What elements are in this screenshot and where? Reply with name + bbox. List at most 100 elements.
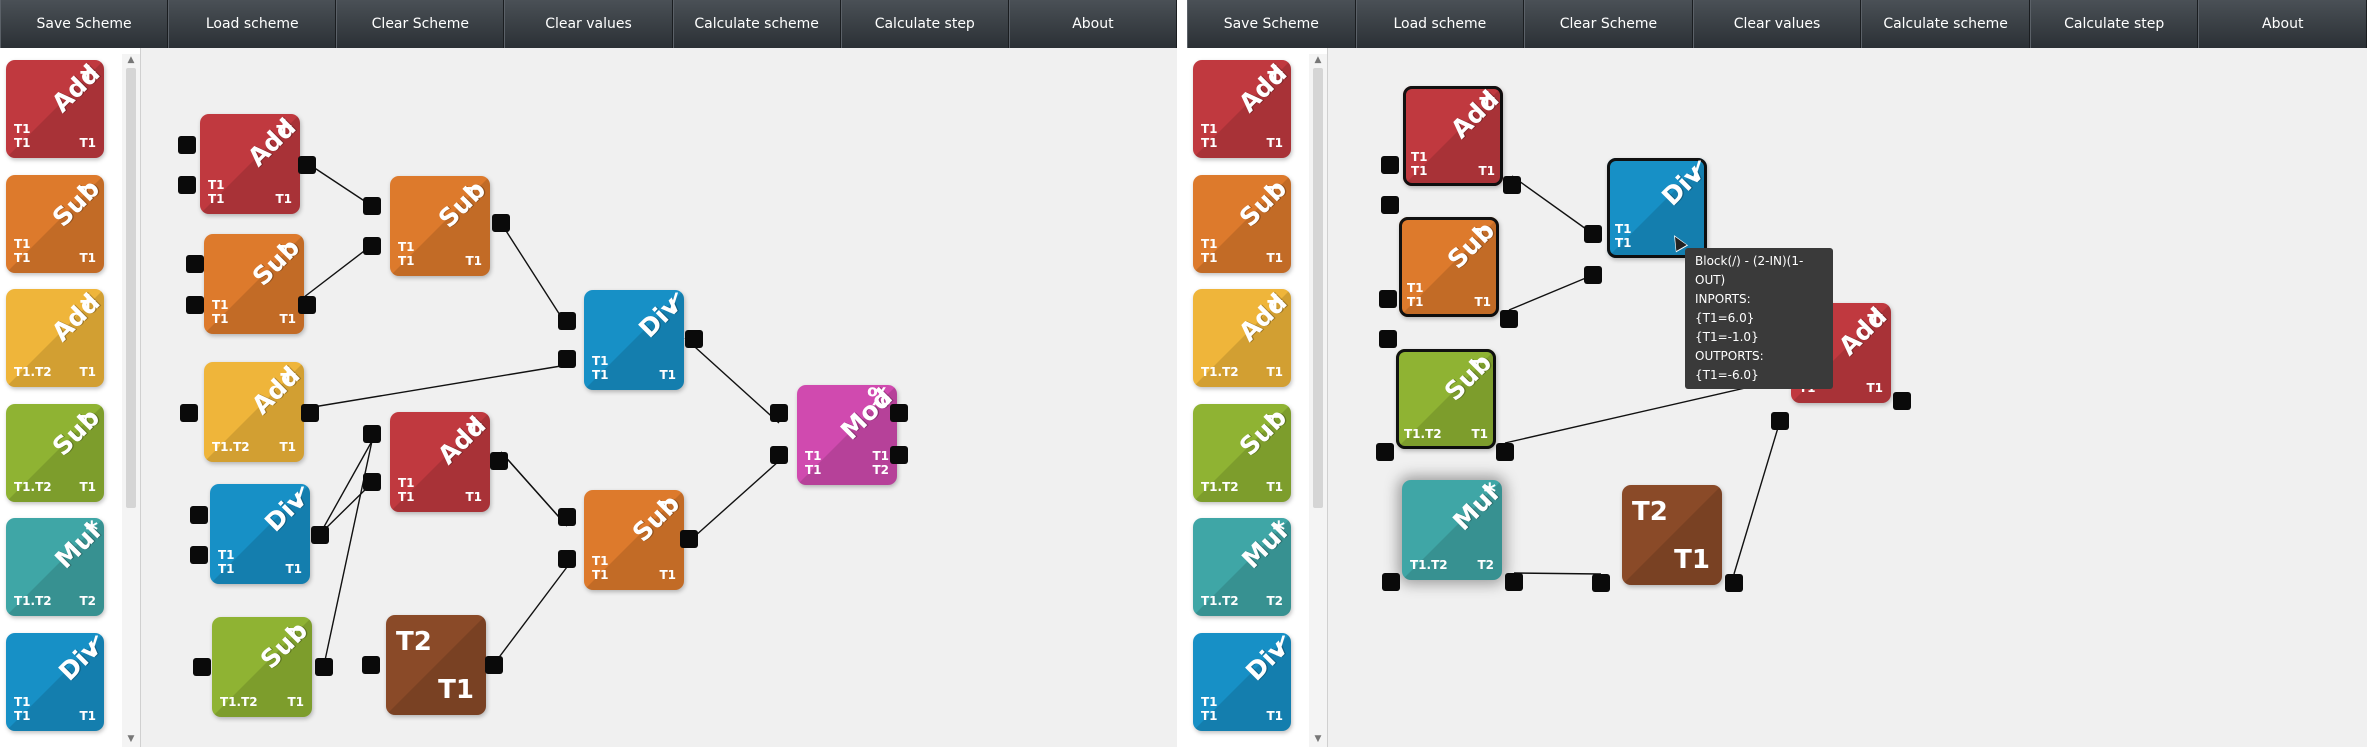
scheme-block-sub[interactable]: Sub − T1 T1 T1 (584, 490, 684, 590)
port[interactable] (363, 425, 381, 443)
port[interactable] (1379, 290, 1397, 308)
scheme-block-sub[interactable]: Sub − T1 T1 T1 (1399, 217, 1499, 317)
port[interactable] (1584, 266, 1602, 284)
port[interactable] (298, 156, 316, 174)
port[interactable] (1382, 573, 1400, 591)
toolbar-button-save-scheme[interactable]: Save Scheme (1187, 0, 1356, 48)
palette-block-sub[interactable]: Sub − T1 T1 T1 (1193, 175, 1291, 273)
scroll-down-icon[interactable]: ▼ (1309, 733, 1327, 745)
palette-block-mul[interactable]: Mul * T1.T2 T2 (6, 518, 104, 616)
palette-block-add[interactable]: Add + T1 T1 T1 (1193, 60, 1291, 158)
port[interactable] (1381, 156, 1399, 174)
toolbar-button-load-scheme[interactable]: Load scheme (1355, 0, 1525, 48)
toolbar-button-clear-values[interactable]: Clear values (504, 0, 673, 48)
scroll-up-icon[interactable]: ▲ (1309, 54, 1327, 66)
toolbar-button-clear-scheme[interactable]: Clear Scheme (336, 0, 505, 48)
port[interactable] (363, 197, 381, 215)
port[interactable] (770, 404, 788, 422)
scheme-block-div[interactable]: Div / T1 T1 (1607, 158, 1707, 258)
port[interactable] (298, 296, 316, 314)
palette-block-sub[interactable]: Sub − T1.T2 T1 (1193, 404, 1291, 502)
scheme-block-sub[interactable]: Sub − T1.T2 T1 (1396, 349, 1496, 449)
toolbar-button-load-scheme[interactable]: Load scheme (168, 0, 337, 48)
port[interactable] (315, 658, 333, 676)
scroll-up-icon[interactable]: ▲ (122, 54, 140, 66)
toolbar-button-about[interactable]: About (1008, 0, 1177, 48)
scheme-block-sub[interactable]: Sub − T1 T1 T1 (204, 234, 304, 334)
scroll-thumb[interactable] (126, 68, 136, 508)
port[interactable] (890, 404, 908, 422)
port[interactable] (490, 452, 508, 470)
port[interactable] (558, 508, 576, 526)
port[interactable] (186, 255, 204, 273)
scheme-block-add[interactable]: Add+T1T1T1 (200, 114, 300, 214)
port[interactable] (1893, 392, 1911, 410)
port[interactable] (178, 136, 196, 154)
toolbar-button-calculate-step[interactable]: Calculate step (2029, 0, 2199, 48)
port[interactable] (1505, 573, 1523, 591)
toolbar-button-about[interactable]: About (2198, 0, 2367, 48)
palette-block-add[interactable]: Add + T1.T2 T1 (1193, 289, 1291, 387)
port[interactable] (1771, 412, 1789, 430)
toolbar-button-clear-values[interactable]: Clear values (1692, 0, 1862, 48)
scheme-block-type-converter[interactable]: T2 T1 (1622, 485, 1722, 585)
scroll-thumb[interactable] (1313, 68, 1323, 508)
port[interactable] (1381, 196, 1399, 214)
port[interactable] (558, 350, 576, 368)
port[interactable] (1725, 574, 1743, 592)
scheme-block-add[interactable]: Add+T1T1T1 (390, 412, 490, 512)
scheme-block-add[interactable]: Add + T1.T2 T1 (204, 362, 304, 462)
port[interactable] (1379, 330, 1397, 348)
toolbar-button-calculate-scheme[interactable]: Calculate scheme (672, 0, 841, 48)
port[interactable] (363, 237, 381, 255)
palette-scrollbar[interactable]: ▲ ▼ (1309, 54, 1327, 747)
palette-block-sub[interactable]: Sub − T1.T2 T1 (6, 404, 104, 502)
port[interactable] (770, 446, 788, 464)
port[interactable] (1496, 443, 1514, 461)
port[interactable] (685, 330, 703, 348)
scheme-block-add[interactable]: Add+T1T1T1 (1403, 86, 1503, 186)
scheme-block-div[interactable]: Div / T1 T1 T1 (210, 484, 310, 584)
port[interactable] (1500, 310, 1518, 328)
port[interactable] (178, 176, 196, 194)
port[interactable] (680, 530, 698, 548)
port[interactable] (362, 656, 380, 674)
toolbar-button-calculate-step[interactable]: Calculate step (840, 0, 1009, 48)
port[interactable] (190, 506, 208, 524)
palette-block-div[interactable]: Div / T1 T1 T1 (6, 633, 104, 731)
port[interactable] (1503, 176, 1521, 194)
port[interactable] (558, 550, 576, 568)
port[interactable] (190, 546, 208, 564)
port[interactable] (1376, 443, 1394, 461)
palette-scrollbar[interactable]: ▲ ▼ (122, 54, 140, 747)
scheme-canvas[interactable]: Add + T1 T1 T1 Sub − T1 T1 T1 Sub − T1.T2 T1 Mul * T1.T2… (1328, 48, 2367, 747)
port[interactable] (1592, 574, 1610, 592)
port[interactable] (485, 656, 503, 674)
toolbar-button-calculate-scheme[interactable]: Calculate scheme (1861, 0, 2030, 48)
port[interactable] (1584, 225, 1602, 243)
palette-block-sub[interactable]: Sub − T1 T1 T1 (6, 175, 104, 273)
port[interactable] (186, 296, 204, 314)
scheme-block-mul[interactable]: Mul * T1.T2 T2 (1402, 480, 1502, 580)
port[interactable] (558, 312, 576, 330)
scheme-block-sub[interactable]: Sub − T1.T2 T1 (212, 617, 312, 717)
port[interactable] (363, 473, 381, 491)
port[interactable] (180, 404, 198, 422)
scheme-block-sub[interactable]: Sub − T1 T1 T1 (390, 176, 490, 276)
palette-block-add[interactable]: Add + T1 T1 T1 (6, 60, 104, 158)
port[interactable] (193, 658, 211, 676)
scroll-down-icon[interactable]: ▼ (122, 733, 140, 745)
port[interactable] (492, 214, 510, 232)
scheme-block-div[interactable]: Div / T1 T1 T1 (584, 290, 684, 390)
scheme-block-type-converter[interactable]: T2 T1 (386, 615, 486, 715)
palette-block-mul[interactable]: Mul * T1.T2 T2 (1193, 518, 1291, 616)
port[interactable] (890, 446, 908, 464)
port[interactable] (311, 526, 329, 544)
toolbar-button-save-scheme[interactable]: Save Scheme (0, 0, 169, 48)
palette-block-div[interactable]: Div / T1 T1 T1 (1193, 633, 1291, 731)
toolbar-button-clear-scheme[interactable]: Clear Scheme (1524, 0, 1693, 48)
port[interactable] (301, 404, 319, 422)
scheme-canvas[interactable]: Add + T1 T1 T1 Sub − T1 T1 T1 Sub − T1 T1 T1 Add + T1.T2 T… (141, 48, 1177, 747)
palette-block-add[interactable]: Add + T1.T2 T1 (6, 289, 104, 387)
scheme-block-mod[interactable]: Mod% T1 T1 T1 T2 (797, 385, 897, 485)
